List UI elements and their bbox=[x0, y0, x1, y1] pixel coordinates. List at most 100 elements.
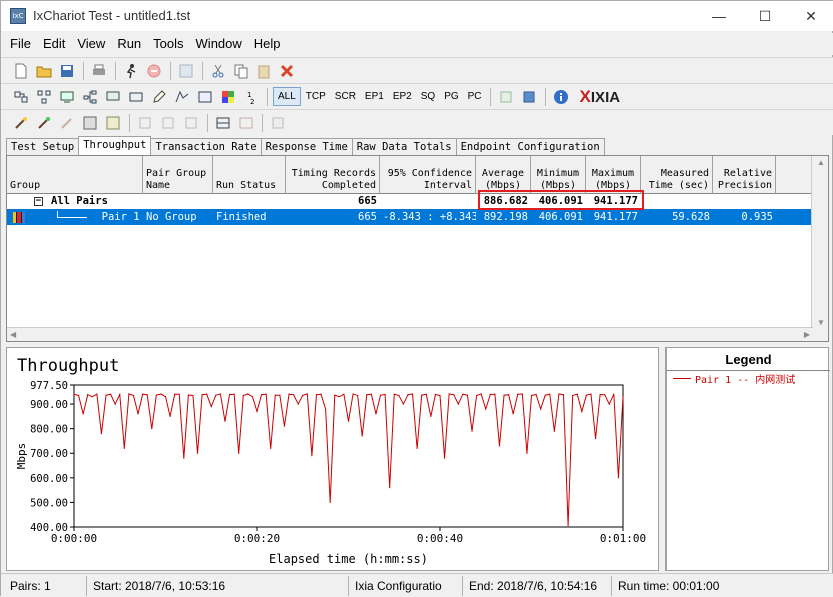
horizontal-scrollbar[interactable]: ◀ ▶ bbox=[7, 327, 813, 341]
menu-view[interactable]: View bbox=[71, 33, 111, 55]
y-tick-label: 600.00 bbox=[30, 473, 68, 485]
network-pair-icon[interactable] bbox=[57, 87, 77, 107]
data-point bbox=[411, 393, 414, 395]
col-pair-group-name[interactable]: Pair Group Name bbox=[143, 156, 213, 194]
panel-splitter[interactable] bbox=[658, 347, 666, 571]
pair-toolbar: 12 ALL TCP SCR EP1 EP2 SQ PG PC XIXIA bbox=[1, 83, 833, 109]
data-point bbox=[517, 393, 519, 395]
merge-view-icon[interactable] bbox=[236, 113, 256, 133]
cut-icon[interactable] bbox=[208, 61, 228, 81]
collapse-all-icon[interactable] bbox=[158, 113, 178, 133]
scroll-right-icon[interactable]: ▶ bbox=[804, 330, 810, 339]
menu-tools[interactable]: Tools bbox=[147, 33, 189, 55]
col-group[interactable]: Group bbox=[7, 156, 143, 194]
split-view-icon[interactable] bbox=[213, 113, 233, 133]
data-point bbox=[379, 394, 382, 396]
paste-icon[interactable] bbox=[254, 61, 274, 81]
scroll-down-icon[interactable]: ▼ bbox=[817, 318, 825, 327]
data-point bbox=[128, 393, 130, 395]
x-tick-label: 0:00:40 bbox=[417, 532, 463, 545]
tab-endpoint-configuration[interactable]: Endpoint Configuration bbox=[455, 138, 605, 155]
check-icon[interactable] bbox=[181, 113, 201, 133]
legend-item-pair-1[interactable]: Pair 1 -- 内网测试 bbox=[673, 371, 795, 386]
col-minimum[interactable]: Minimum (Mbps) bbox=[531, 156, 586, 194]
filter-pg[interactable]: PG bbox=[440, 88, 462, 105]
minimize-button[interactable]: — bbox=[696, 1, 742, 31]
filter-pc[interactable]: PC bbox=[464, 88, 486, 105]
color-options-icon[interactable] bbox=[218, 87, 238, 107]
grid-wand-icon[interactable] bbox=[80, 113, 100, 133]
col-relative-precision[interactable]: Relative Precision bbox=[713, 156, 776, 194]
col-confidence-interval[interactable]: 95% Confidence Interval bbox=[380, 156, 476, 194]
pair-add-icon[interactable] bbox=[11, 87, 31, 107]
tab-response-time[interactable]: Response Time bbox=[260, 138, 353, 155]
run-icon[interactable] bbox=[121, 61, 141, 81]
group-wand-icon[interactable] bbox=[34, 113, 54, 133]
scroll-up-icon[interactable]: ▲ bbox=[817, 158, 825, 167]
svg-text:2: 2 bbox=[250, 98, 254, 105]
data-point bbox=[471, 430, 473, 432]
records-cell: 665 bbox=[358, 195, 377, 207]
data-point bbox=[439, 394, 441, 397]
menu-edit[interactable]: Edit bbox=[37, 33, 71, 55]
table-row-all-pairs[interactable]: − All Pairs 665 886.682 406.091 941.177 bbox=[7, 193, 812, 209]
ungroup-icon[interactable] bbox=[57, 113, 77, 133]
open-folder-icon[interactable] bbox=[34, 61, 54, 81]
col-average[interactable]: Average (Mbps) bbox=[476, 156, 531, 194]
options-wand-icon[interactable] bbox=[103, 113, 123, 133]
table-row-pair-1[interactable]: Pair 1 No Group Finished 665 -8.343 : +8… bbox=[7, 209, 812, 225]
menu-help[interactable]: Help bbox=[248, 33, 287, 55]
col-timing-records[interactable]: Timing Records Completed bbox=[286, 156, 380, 194]
filter-sq[interactable]: SQ bbox=[417, 88, 439, 105]
hierarchy-icon[interactable] bbox=[80, 87, 100, 107]
filter-scr[interactable]: SCR bbox=[331, 88, 360, 105]
all-pairs-label: All Pairs bbox=[51, 195, 108, 207]
wand-icon[interactable] bbox=[11, 113, 31, 133]
col-measured-time[interactable]: Measured Time (sec) bbox=[641, 156, 713, 194]
col-maximum[interactable]: Maximum (Mbps) bbox=[586, 156, 641, 194]
multicast-pair-icon[interactable] bbox=[34, 87, 54, 107]
menu-file[interactable]: File bbox=[1, 33, 37, 55]
edit-icon[interactable] bbox=[149, 87, 169, 107]
refresh-icon[interactable] bbox=[176, 61, 196, 81]
scroll-left-icon[interactable]: ◀ bbox=[10, 330, 16, 339]
save-results-icon[interactable] bbox=[519, 87, 539, 107]
save-icon[interactable] bbox=[57, 61, 77, 81]
sort-icon[interactable]: 12 bbox=[241, 87, 261, 107]
menu-window[interactable]: Window bbox=[190, 33, 248, 55]
expand-all-icon[interactable] bbox=[135, 113, 155, 133]
info-icon[interactable] bbox=[551, 87, 571, 107]
delete-icon[interactable] bbox=[277, 61, 297, 81]
col-run-status[interactable]: Run Status bbox=[213, 156, 286, 194]
pair-config-icon[interactable] bbox=[195, 87, 215, 107]
filter-ep2[interactable]: EP2 bbox=[389, 88, 416, 105]
menu-run[interactable]: Run bbox=[111, 33, 147, 55]
new-file-icon[interactable] bbox=[11, 61, 31, 81]
tree-line-icon bbox=[57, 211, 88, 218]
stop-icon[interactable] bbox=[144, 61, 164, 81]
tab-transaction-rate[interactable]: Transaction Rate bbox=[150, 138, 262, 155]
collapse-icon[interactable]: − bbox=[34, 196, 43, 206]
monitor-icon[interactable] bbox=[103, 87, 123, 107]
print-icon[interactable] bbox=[89, 61, 109, 81]
tab-throughput[interactable]: Throughput bbox=[78, 136, 152, 155]
filter-all[interactable]: ALL bbox=[273, 87, 301, 106]
data-point bbox=[599, 393, 601, 396]
copy-icon[interactable] bbox=[231, 61, 251, 81]
data-point bbox=[526, 452, 528, 454]
toolbar-separator bbox=[207, 113, 208, 132]
vertical-scrollbar[interactable]: ▲ ▼ bbox=[811, 156, 828, 341]
close-button[interactable]: ✕ bbox=[788, 1, 833, 31]
script-edit-icon[interactable] bbox=[172, 87, 192, 107]
filter-ep1[interactable]: EP1 bbox=[361, 88, 388, 105]
filter-tcp[interactable]: TCP bbox=[302, 88, 330, 105]
export-icon[interactable] bbox=[496, 87, 516, 107]
maximize-button[interactable]: ☐ bbox=[742, 1, 788, 31]
endpoint-icon[interactable] bbox=[126, 87, 146, 107]
menu-bar: File Edit View Run Tools Window Help bbox=[1, 33, 833, 55]
tab-raw-data-totals[interactable]: Raw Data Totals bbox=[351, 138, 457, 155]
minimum-cell: 406.091 bbox=[538, 211, 583, 223]
print-preview-icon[interactable] bbox=[268, 113, 288, 133]
tab-test-setup[interactable]: Test Setup bbox=[6, 138, 80, 155]
data-point bbox=[553, 430, 555, 432]
